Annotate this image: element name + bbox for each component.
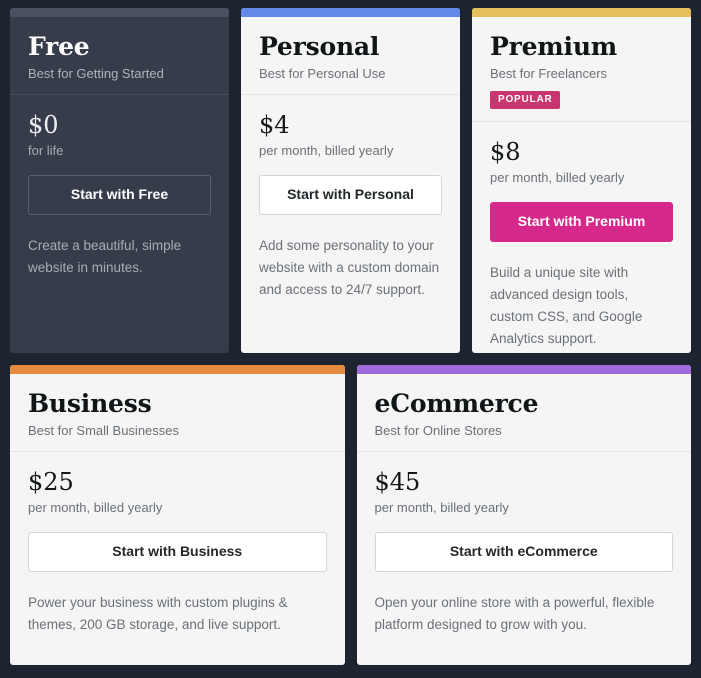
plan-header-premium: Premium Best for Freelancers POPULAR — [472, 17, 691, 123]
plan-body-business: $25 per month, billed yearly Start with … — [10, 452, 345, 665]
plan-name-business: Business — [28, 389, 152, 418]
plan-description-ecommerce: Open your online store with a powerful, … — [374, 594, 655, 632]
plan-tagline-business: Best for Small Businesses — [28, 422, 180, 438]
plan-header-business: Business Best for Small Businesses — [10, 374, 345, 453]
plan-description-premium: Build a unique site with advanced design… — [490, 264, 643, 346]
plan-accent-bar-business — [10, 365, 345, 374]
plan-price-free: $0 — [28, 111, 59, 140]
plan-header-free: Free Best for Getting Started — [10, 17, 229, 96]
plan-price-note-business: per month, billed yearly — [28, 499, 163, 515]
plan-price-note-ecommerce: per month, billed yearly — [374, 499, 509, 515]
plan-accent-bar-personal — [241, 8, 460, 17]
plan-card-ecommerce[interactable]: eCommerce Best for Online Stores $45 per… — [356, 365, 692, 665]
plan-name-personal: Personal — [259, 32, 380, 61]
start-with-business-button[interactable]: Start with Business — [28, 532, 327, 572]
plan-accent-bar-ecommerce — [356, 365, 691, 374]
plan-tagline-personal: Best for Personal Use — [259, 65, 386, 81]
plan-description-personal: Add some personality to your website wit… — [259, 237, 440, 297]
plan-card-premium[interactable]: Premium Best for Freelancers POPULAR $8 … — [472, 8, 691, 353]
plan-name-ecommerce: eCommerce — [374, 389, 539, 418]
start-with-premium-button[interactable]: Start with Premium — [490, 202, 673, 242]
plan-description-free: Create a beautiful, simple website in mi… — [28, 237, 182, 275]
start-with-free-button[interactable]: Start with Free — [28, 175, 211, 215]
plan-name-free: Free — [28, 32, 90, 61]
plan-tagline-free: Best for Getting Started — [28, 65, 164, 81]
plan-price-business: $25 — [28, 468, 74, 497]
plan-description-business: Power your business with custom plugins … — [28, 594, 288, 632]
pricing-plans-grid: Free Best for Getting Started $0 for lif… — [0, 0, 701, 675]
plan-price-note-free: for life — [28, 142, 64, 158]
start-with-personal-button[interactable]: Start with Personal — [259, 175, 442, 215]
plan-card-free[interactable]: Free Best for Getting Started $0 for lif… — [10, 8, 229, 353]
plan-header-ecommerce: eCommerce Best for Online Stores — [356, 374, 691, 453]
plan-price-note-premium: per month, billed yearly — [490, 169, 625, 185]
pricing-row-bottom: Business Best for Small Businesses $25 p… — [10, 365, 691, 665]
plan-tagline-ecommerce: Best for Online Stores — [374, 422, 502, 438]
start-with-ecommerce-button[interactable]: Start with eCommerce — [374, 532, 673, 572]
plan-price-premium: $8 — [490, 138, 521, 167]
popular-badge: POPULAR — [490, 91, 560, 110]
plan-header-personal: Personal Best for Personal Use — [241, 17, 460, 96]
plan-card-personal[interactable]: Personal Best for Personal Use $4 per mo… — [241, 8, 460, 353]
plan-accent-bar-free — [10, 8, 229, 17]
plan-tagline-premium: Best for Freelancers — [490, 65, 608, 81]
plan-price-personal: $4 — [259, 111, 290, 140]
plan-card-business[interactable]: Business Best for Small Businesses $25 p… — [10, 365, 345, 665]
plan-accent-bar-premium — [472, 8, 691, 17]
plan-price-ecommerce: $45 — [374, 468, 421, 497]
pricing-row-top: Free Best for Getting Started $0 for lif… — [10, 8, 691, 353]
plan-price-note-personal: per month, billed yearly — [259, 142, 394, 158]
plan-body-personal: $4 per month, billed yearly Start with P… — [241, 95, 460, 353]
plan-body-free: $0 for life Start with Free Create a bea… — [10, 95, 229, 353]
plan-body-premium: $8 per month, billed yearly Start with P… — [472, 122, 691, 353]
plan-name-premium: Premium — [490, 32, 618, 61]
plan-body-ecommerce: $45 per month, billed yearly Start with … — [357, 452, 692, 665]
